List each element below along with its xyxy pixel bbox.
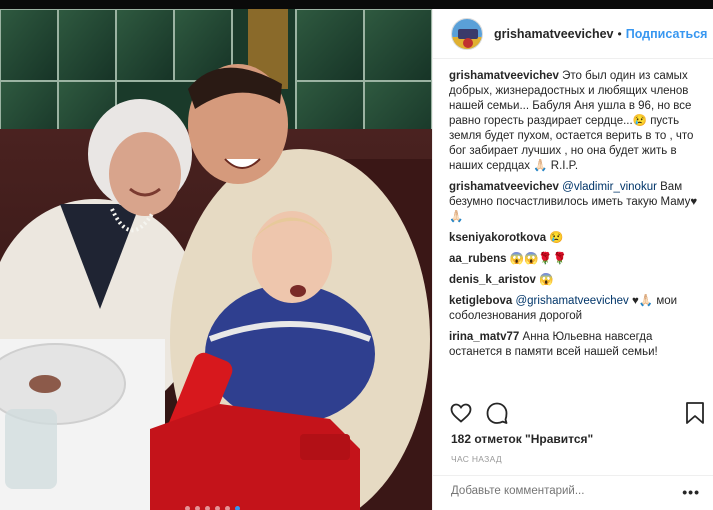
likes-count[interactable]: 182 отметок "Нравится" (451, 432, 593, 446)
header-username[interactable]: grishamatveevichev (494, 27, 614, 41)
comment-text: 😢 (549, 232, 564, 244)
comment-item: aa_rubens 😱😱🌹🌹 (449, 252, 707, 267)
comment-username[interactable]: irina_matv77 (449, 331, 519, 343)
carousel-indicator (185, 506, 240, 510)
post-header: grishamatveevichev • Подписаться (433, 9, 713, 59)
bookmark-icon[interactable] (685, 401, 705, 430)
comment-username[interactable]: grishamatveevichev (449, 70, 559, 82)
family-photo (0, 9, 432, 510)
comment-username[interactable]: grishamatveevichev (449, 181, 559, 193)
comment-item: ketiglebova @grishamatveevichev ♥🙏🏻 мои … (449, 294, 707, 324)
comment-item: grishamatveevichev Это был один из самых… (449, 69, 707, 174)
comment-mention[interactable]: @vladimir_vinokur (562, 181, 657, 193)
follow-button[interactable]: Подписаться (626, 27, 708, 41)
comment-item: kseniyakorotkova 😢 (449, 231, 707, 246)
comment-item: grishamatveevichev @vladimir_vinokur Вам… (449, 180, 707, 225)
post-photo[interactable] (0, 9, 432, 510)
post-sidebar: grishamatveevichev • Подписаться grisham… (432, 9, 713, 510)
carousel-dot[interactable] (225, 506, 230, 510)
carousel-dot[interactable] (195, 506, 200, 510)
comment-text: 😱 (539, 274, 554, 286)
carousel-dot-active[interactable] (235, 506, 240, 510)
action-bar (449, 401, 704, 430)
add-comment-bar: ••• (433, 475, 713, 510)
comment-text: Это был один из самых добрых, жизнерадос… (449, 70, 694, 172)
comment-item: denis_k_aristov 😱 (449, 273, 707, 288)
comment-bubble-icon[interactable] (485, 401, 509, 430)
comment-input[interactable] (451, 485, 671, 497)
carousel-dot[interactable] (205, 506, 210, 510)
comment-username[interactable]: kseniyakorotkova (449, 232, 546, 244)
comment-mention[interactable]: @grishamatveevichev (515, 295, 628, 307)
more-options-button[interactable]: ••• (682, 484, 700, 500)
top-bar (0, 0, 713, 9)
comment-username[interactable]: denis_k_aristov (449, 274, 536, 286)
comments-list: grishamatveevichev Это был один из самых… (449, 69, 707, 399)
heart-outline-icon[interactable] (449, 401, 473, 430)
comment-item: irina_matv77 Анна Юльевна навсегда остан… (449, 330, 707, 360)
comment-username[interactable]: ketiglebova (449, 295, 512, 307)
header-separator: • (617, 26, 622, 41)
comment-username[interactable]: aa_rubens (449, 253, 507, 265)
carousel-dot[interactable] (185, 506, 190, 510)
carousel-dot[interactable] (215, 506, 220, 510)
comment-text: 😱😱🌹🌹 (509, 253, 568, 265)
avatar[interactable] (451, 17, 483, 50)
post-timestamp: ЧАС НАЗАД (451, 454, 502, 464)
